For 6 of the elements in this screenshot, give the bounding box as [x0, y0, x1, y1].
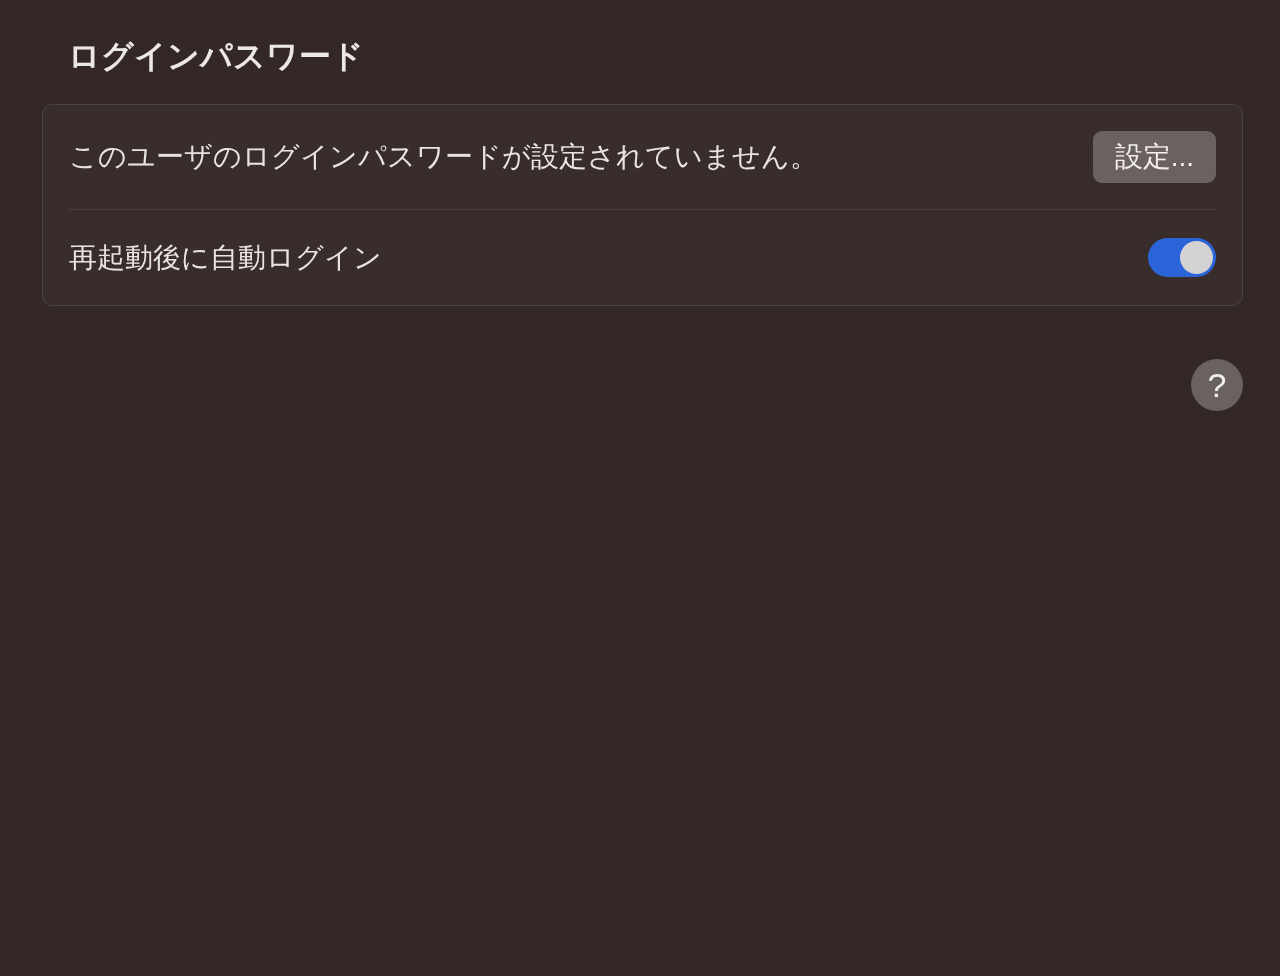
setting-label: 再起動後に自動ログイン [69, 240, 382, 275]
setting-label: このユーザのログインパスワードが設定されていません。 [69, 140, 818, 174]
toggle-switch[interactable] [1148, 238, 1216, 277]
set-button[interactable]: 設定... [1092, 131, 1216, 183]
help-button[interactable]: ? [1191, 359, 1243, 411]
section-title: ログインパスワード [68, 37, 364, 76]
